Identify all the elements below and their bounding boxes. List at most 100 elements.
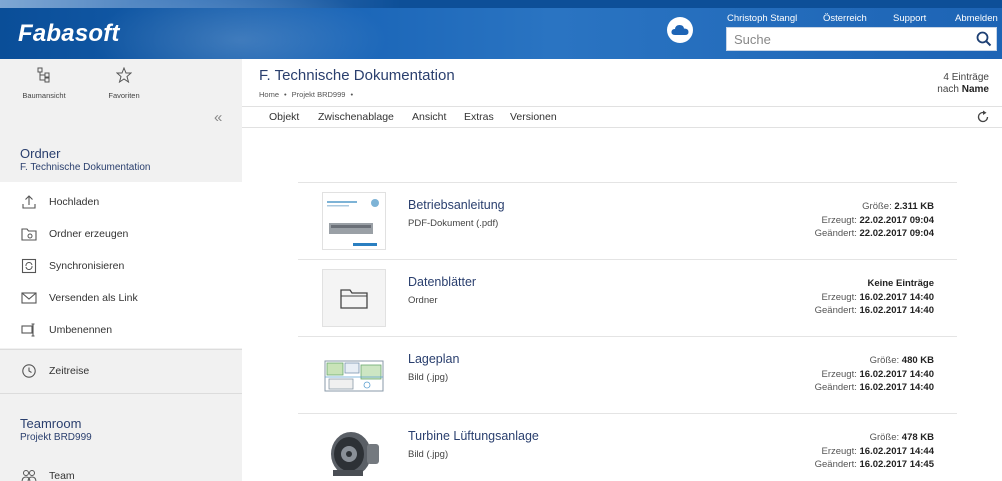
search-input[interactable] xyxy=(727,28,972,50)
sidebar-divider xyxy=(0,349,242,350)
sync-action[interactable]: Synchronisieren xyxy=(0,251,242,281)
timetravel-action[interactable]: Zeitreise xyxy=(0,356,242,386)
team-label: Team xyxy=(49,470,75,481)
app-header: Fabasoft Christoph Stangl Österreich Sup… xyxy=(0,0,1002,59)
breadcrumb: Home • Projekt BRD999 • xyxy=(259,90,353,99)
folder-section-name[interactable]: F. Technische Dokumentation xyxy=(20,162,150,173)
item-type: Ordner xyxy=(408,295,438,306)
search-icon xyxy=(976,31,992,47)
logout-link[interactable]: Abmelden xyxy=(955,13,998,24)
menu-zwischenablage[interactable]: Zwischenablage xyxy=(318,111,394,123)
created-label: Erzeugt: xyxy=(821,214,857,226)
pdf-thumbnail xyxy=(322,192,386,250)
list-item[interactable]: Turbine Lüftungsanlage Bild (.jpg) Größe… xyxy=(298,413,957,481)
star-icon xyxy=(115,66,133,84)
image-thumbnail xyxy=(322,346,386,404)
sync-label: Synchronisieren xyxy=(49,260,125,272)
modified-value: 16.02.2017 14:45 xyxy=(859,459,934,470)
breadcrumb-project[interactable]: Projekt BRD999 xyxy=(292,90,346,99)
user-name-link[interactable]: Christoph Stangl xyxy=(727,13,797,24)
menu-objekt[interactable]: Objekt xyxy=(269,111,299,123)
sync-icon xyxy=(20,258,38,274)
entry-count: 4 Einträge nach Name xyxy=(937,72,989,96)
item-name[interactable]: Lageplan xyxy=(408,352,459,366)
folder-thumbnail xyxy=(322,269,386,327)
sort-prefix: nach xyxy=(937,84,959,95)
search-box xyxy=(726,27,997,51)
list-item[interactable]: Datenblätter Ordner Keine Einträge Erzeu… xyxy=(298,259,957,336)
support-link[interactable]: Support xyxy=(893,13,926,24)
menu-versionen[interactable]: Versionen xyxy=(510,111,557,123)
favorites-button[interactable]: Favoriten xyxy=(89,66,159,100)
create-folder-icon xyxy=(20,226,38,242)
cloud-icon xyxy=(671,25,689,35)
double-chevron-left-icon: « xyxy=(214,109,223,126)
no-entries-label: Keine Einträge xyxy=(867,278,934,289)
size-value: 478 KB xyxy=(901,432,934,443)
modified-label: Geändert: xyxy=(814,305,857,316)
created-label: Erzeugt: xyxy=(821,291,857,303)
item-name[interactable]: Datenblätter xyxy=(408,275,476,289)
created-label: Erzeugt: xyxy=(821,445,857,457)
team-icon xyxy=(20,468,38,481)
page-title: F. Technische Dokumentation xyxy=(259,67,455,84)
favorites-label: Favoriten xyxy=(108,91,140,100)
search-button[interactable] xyxy=(972,28,996,50)
upload-action[interactable]: Hochladen xyxy=(0,187,242,217)
created-label: Erzeugt: xyxy=(821,368,857,380)
refresh-button[interactable] xyxy=(976,110,990,124)
create-folder-label: Ordner erzeugen xyxy=(49,228,129,240)
collapse-sidebar-button[interactable]: « xyxy=(214,109,222,126)
size-label: Größe: xyxy=(862,201,892,212)
teamroom-section-title: Teamroom xyxy=(20,416,82,431)
clock-icon xyxy=(20,363,38,379)
teamroom-section-name[interactable]: Projekt BRD999 xyxy=(20,432,92,443)
size-value: 2.311 KB xyxy=(894,201,934,212)
folder-icon xyxy=(340,289,368,309)
region-link[interactable]: Österreich xyxy=(823,13,867,24)
tree-view-button[interactable]: Baumansicht xyxy=(9,67,79,100)
created-value: 16.02.2017 14:40 xyxy=(859,368,934,380)
modified-value: 16.02.2017 14:40 xyxy=(859,305,934,316)
item-type: PDF-Dokument (.pdf) xyxy=(408,218,499,229)
item-meta: Größe: 480 KB Erzeugt: 16.02.2017 14:40 … xyxy=(815,354,934,395)
folder-section-header: Ordner F. Technische Dokumentation xyxy=(20,146,150,173)
list-item[interactable]: Betriebsanleitung PDF-Dokument (.pdf) Gr… xyxy=(298,182,957,259)
size-value: 480 KB xyxy=(901,355,934,366)
item-name[interactable]: Turbine Lüftungsanlage xyxy=(408,429,539,443)
upload-icon xyxy=(20,194,38,210)
list-item[interactable]: Lageplan Bild (.jpg) Größe: 480 KB Erzeu… xyxy=(298,336,957,413)
item-meta: Keine Einträge Erzeugt: 16.02.2017 14:40… xyxy=(815,277,934,318)
rename-label: Umbenennen xyxy=(49,324,113,336)
breadcrumb-separator: • xyxy=(284,90,287,99)
item-type: Bild (.jpg) xyxy=(408,372,449,383)
tree-view-label: Baumansicht xyxy=(22,91,66,100)
menu-extras[interactable]: Extras xyxy=(464,111,494,123)
sidebar: Baumansicht Favoriten « Ordner F. Techni… xyxy=(0,59,242,481)
turbine-thumbnail xyxy=(322,423,386,481)
sort-indicator[interactable]: nach Name xyxy=(937,84,989,96)
rename-action[interactable]: Umbenennen xyxy=(0,315,242,345)
created-value: 16.02.2017 14:40 xyxy=(859,291,934,303)
breadcrumb-separator: • xyxy=(350,90,354,99)
tree-view-icon xyxy=(37,67,50,83)
team-action[interactable]: Team xyxy=(0,461,242,481)
cloud-button[interactable] xyxy=(667,17,693,43)
created-value: 16.02.2017 14:44 xyxy=(859,445,934,457)
refresh-icon xyxy=(977,110,989,123)
breadcrumb-home[interactable]: Home xyxy=(259,90,279,99)
teamroom-section-header: Teamroom Projekt BRD999 xyxy=(20,416,92,443)
create-folder-action[interactable]: Ordner erzeugen xyxy=(0,219,242,249)
fabasoft-logo[interactable]: Fabasoft xyxy=(18,20,120,48)
item-name[interactable]: Betriebsanleitung xyxy=(408,198,505,212)
modified-label: Geändert: xyxy=(814,228,857,239)
folder-actions: Hochladen Ordner erzeugen Synchronisiere… xyxy=(0,182,242,348)
send-link-action[interactable]: Versenden als Link xyxy=(0,283,242,313)
modified-value: 22.02.2017 09:04 xyxy=(859,228,934,239)
sidebar-toolbar: Baumansicht Favoriten xyxy=(0,59,242,107)
send-link-label: Versenden als Link xyxy=(49,292,138,304)
menu-ansicht[interactable]: Ansicht xyxy=(412,111,446,123)
sort-field: Name xyxy=(961,84,989,95)
size-label: Größe: xyxy=(869,432,900,443)
timetravel-label: Zeitreise xyxy=(49,365,90,377)
